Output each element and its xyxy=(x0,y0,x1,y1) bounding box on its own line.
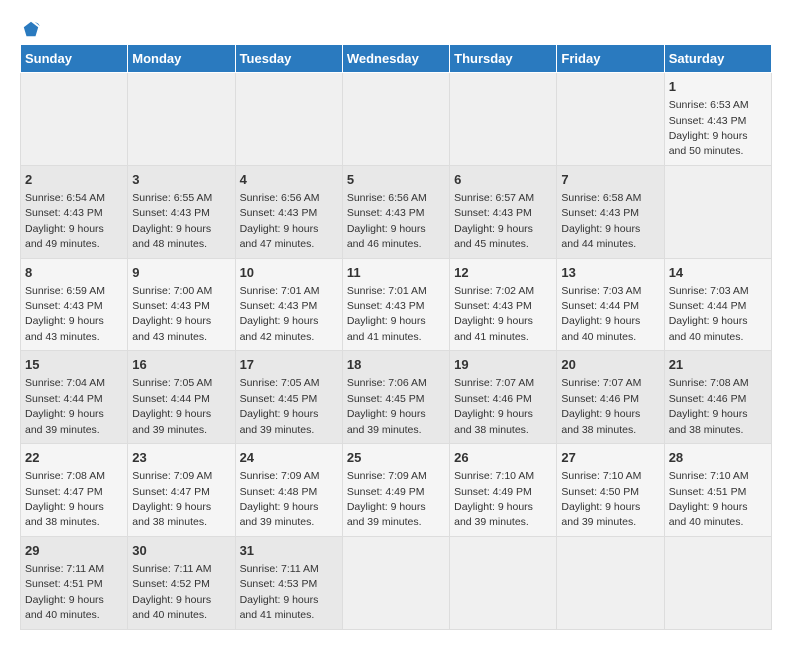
empty-cell xyxy=(664,165,771,258)
empty-cell xyxy=(450,73,557,166)
column-header-thursday: Thursday xyxy=(450,45,557,73)
calendar-day-9: 9Sunrise: 7:00 AMSunset: 4:43 PMDaylight… xyxy=(128,258,235,351)
calendar-day-23: 23Sunrise: 7:09 AMSunset: 4:47 PMDayligh… xyxy=(128,444,235,537)
calendar-day-11: 11Sunrise: 7:01 AMSunset: 4:43 PMDayligh… xyxy=(342,258,449,351)
calendar-day-25: 25Sunrise: 7:09 AMSunset: 4:49 PMDayligh… xyxy=(342,444,449,537)
calendar-day-10: 10Sunrise: 7:01 AMSunset: 4:43 PMDayligh… xyxy=(235,258,342,351)
calendar-day-2: 2Sunrise: 6:54 AMSunset: 4:43 PMDaylight… xyxy=(21,165,128,258)
empty-cell xyxy=(21,73,128,166)
empty-cell xyxy=(664,536,771,629)
empty-cell xyxy=(128,73,235,166)
calendar-day-28: 28Sunrise: 7:10 AMSunset: 4:51 PMDayligh… xyxy=(664,444,771,537)
logo-icon xyxy=(22,20,40,38)
calendar-header-row: SundayMondayTuesdayWednesdayThursdayFrid… xyxy=(21,45,772,73)
column-header-sunday: Sunday xyxy=(21,45,128,73)
empty-cell xyxy=(557,536,664,629)
calendar-week-4: 15Sunrise: 7:04 AMSunset: 4:44 PMDayligh… xyxy=(21,351,772,444)
calendar-day-27: 27Sunrise: 7:10 AMSunset: 4:50 PMDayligh… xyxy=(557,444,664,537)
empty-cell xyxy=(557,73,664,166)
column-header-saturday: Saturday xyxy=(664,45,771,73)
empty-cell xyxy=(235,73,342,166)
column-header-wednesday: Wednesday xyxy=(342,45,449,73)
calendar-day-7: 7Sunrise: 6:58 AMSunset: 4:43 PMDaylight… xyxy=(557,165,664,258)
empty-cell xyxy=(342,73,449,166)
calendar-day-16: 16Sunrise: 7:05 AMSunset: 4:44 PMDayligh… xyxy=(128,351,235,444)
calendar-week-1: 1Sunrise: 6:53 AMSunset: 4:43 PMDaylight… xyxy=(21,73,772,166)
calendar-day-14: 14Sunrise: 7:03 AMSunset: 4:44 PMDayligh… xyxy=(664,258,771,351)
empty-cell xyxy=(450,536,557,629)
calendar-day-8: 8Sunrise: 6:59 AMSunset: 4:43 PMDaylight… xyxy=(21,258,128,351)
calendar-day-12: 12Sunrise: 7:02 AMSunset: 4:43 PMDayligh… xyxy=(450,258,557,351)
calendar-day-1: 1Sunrise: 6:53 AMSunset: 4:43 PMDaylight… xyxy=(664,73,771,166)
calendar-week-3: 8Sunrise: 6:59 AMSunset: 4:43 PMDaylight… xyxy=(21,258,772,351)
calendar-week-5: 22Sunrise: 7:08 AMSunset: 4:47 PMDayligh… xyxy=(21,444,772,537)
calendar-day-5: 5Sunrise: 6:56 AMSunset: 4:43 PMDaylight… xyxy=(342,165,449,258)
calendar-day-6: 6Sunrise: 6:57 AMSunset: 4:43 PMDaylight… xyxy=(450,165,557,258)
page-header xyxy=(20,20,772,34)
calendar-day-15: 15Sunrise: 7:04 AMSunset: 4:44 PMDayligh… xyxy=(21,351,128,444)
calendar-week-6: 29Sunrise: 7:11 AMSunset: 4:51 PMDayligh… xyxy=(21,536,772,629)
calendar-day-24: 24Sunrise: 7:09 AMSunset: 4:48 PMDayligh… xyxy=(235,444,342,537)
calendar-day-20: 20Sunrise: 7:07 AMSunset: 4:46 PMDayligh… xyxy=(557,351,664,444)
column-header-tuesday: Tuesday xyxy=(235,45,342,73)
calendar-day-30: 30Sunrise: 7:11 AMSunset: 4:52 PMDayligh… xyxy=(128,536,235,629)
column-header-friday: Friday xyxy=(557,45,664,73)
empty-cell xyxy=(342,536,449,629)
column-header-monday: Monday xyxy=(128,45,235,73)
calendar-day-26: 26Sunrise: 7:10 AMSunset: 4:49 PMDayligh… xyxy=(450,444,557,537)
calendar-day-3: 3Sunrise: 6:55 AMSunset: 4:43 PMDaylight… xyxy=(128,165,235,258)
calendar-day-18: 18Sunrise: 7:06 AMSunset: 4:45 PMDayligh… xyxy=(342,351,449,444)
calendar-week-2: 2Sunrise: 6:54 AMSunset: 4:43 PMDaylight… xyxy=(21,165,772,258)
calendar-day-31: 31Sunrise: 7:11 AMSunset: 4:53 PMDayligh… xyxy=(235,536,342,629)
logo xyxy=(20,20,40,34)
calendar-day-29: 29Sunrise: 7:11 AMSunset: 4:51 PMDayligh… xyxy=(21,536,128,629)
calendar-day-13: 13Sunrise: 7:03 AMSunset: 4:44 PMDayligh… xyxy=(557,258,664,351)
calendar-day-21: 21Sunrise: 7:08 AMSunset: 4:46 PMDayligh… xyxy=(664,351,771,444)
calendar-day-19: 19Sunrise: 7:07 AMSunset: 4:46 PMDayligh… xyxy=(450,351,557,444)
calendar-day-17: 17Sunrise: 7:05 AMSunset: 4:45 PMDayligh… xyxy=(235,351,342,444)
calendar-day-22: 22Sunrise: 7:08 AMSunset: 4:47 PMDayligh… xyxy=(21,444,128,537)
calendar-day-4: 4Sunrise: 6:56 AMSunset: 4:43 PMDaylight… xyxy=(235,165,342,258)
calendar-table: SundayMondayTuesdayWednesdayThursdayFrid… xyxy=(20,44,772,630)
